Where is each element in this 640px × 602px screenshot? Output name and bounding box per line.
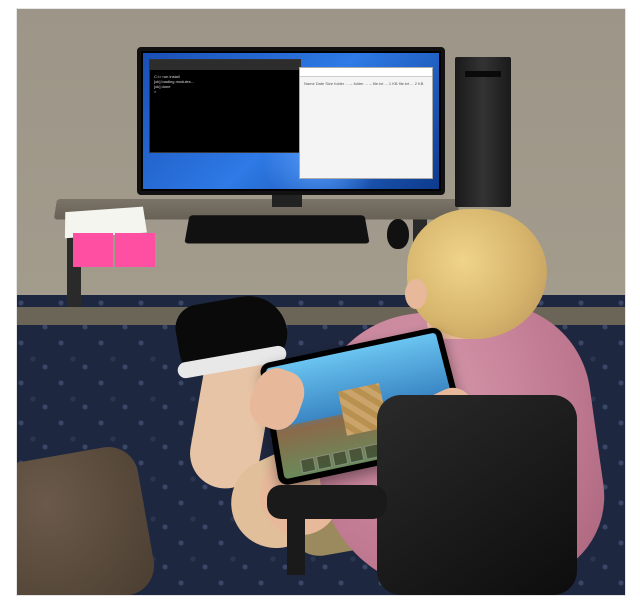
photograph: C:\> run install [ok] loading modules...… [16, 8, 626, 596]
terminal-window: C:\> run install [ok] loading modules...… [149, 59, 301, 153]
office-chair [257, 395, 577, 596]
ear [405, 279, 427, 309]
chair-armrest-post [287, 515, 305, 575]
file-manager-list: Name Date Size folder ... -- folder ... … [300, 77, 432, 90]
desktop-wallpaper: C:\> run install [ok] loading modules...… [143, 53, 439, 189]
drive-bay [465, 71, 501, 77]
pc-tower [455, 57, 511, 207]
file-manager-window: Name Date Size folder ... -- folder ... … [299, 67, 433, 179]
photo-frame: C:\> run install [ok] loading modules...… [0, 0, 640, 602]
sticky-note [115, 233, 155, 267]
chair-armrest [267, 485, 387, 519]
chair-backrest [377, 395, 577, 595]
terminal-titlebar [150, 60, 300, 70]
monitor: C:\> run install [ok] loading modules...… [137, 47, 445, 195]
terminal-output: C:\> run install [ok] loading modules...… [150, 70, 300, 98]
file-manager-titlebar [300, 68, 432, 77]
sticky-note [73, 233, 113, 267]
